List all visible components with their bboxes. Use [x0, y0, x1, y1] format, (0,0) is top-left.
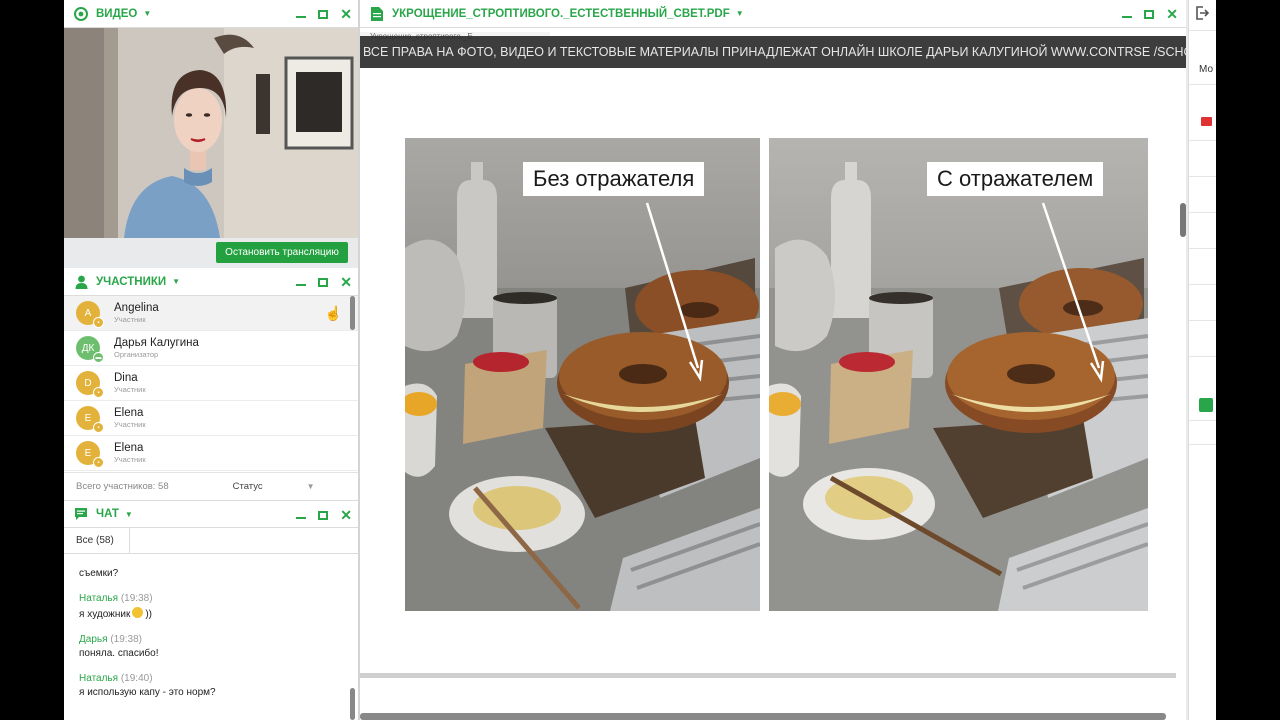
message-text: я использую капу - это норм?	[79, 687, 216, 698]
message-text: поняла. спасибо!	[79, 648, 159, 659]
participant-badge-icon: ▪	[93, 457, 104, 468]
avatar: E ▪	[76, 406, 104, 433]
pdf-file-icon[interactable]	[1201, 117, 1212, 126]
tab-all[interactable]: Все (58)	[64, 528, 130, 553]
participant-name: Elena	[114, 442, 144, 454]
arrow-icon	[1041, 202, 1105, 383]
logout-icon[interactable]	[1195, 6, 1210, 20]
video-panel-header: ВИДЕО ▼ ✕	[64, 0, 358, 28]
chat-panel-header: ЧАТ ▼ ✕	[64, 500, 358, 528]
chat-icon	[74, 507, 88, 521]
video-panel-title[interactable]: ВИДЕО	[96, 8, 137, 20]
document-panel-header: УКРОЩЕНИЕ_СТРОПТИВОГО._ЕСТЕСТВЕННЫЙ_СВЕТ…	[360, 0, 1186, 28]
organizer-badge-icon: ▬	[93, 352, 104, 363]
document-icon	[370, 6, 384, 21]
participant-role: Участник	[114, 385, 146, 394]
chat-message: Наталья (19:38) я художник))	[79, 593, 358, 620]
close-icon[interactable]: ✕	[340, 275, 352, 289]
participant-name: Дарья Калугина	[114, 337, 199, 349]
photo-with-reflector: С отражателем	[769, 138, 1148, 611]
copyright-text: ВСЕ ПРАВА НА ФОТО, ВИДЕО И ТЕКСТОВЫЕ МАТ…	[363, 45, 1186, 59]
avatar: ДК ▬	[76, 336, 104, 363]
close-icon[interactable]: ✕	[1166, 7, 1178, 21]
chevron-down-icon[interactable]: ▼	[143, 9, 151, 18]
conference-app: ВИДЕО ▼ ✕ Остановить трансляцию УЧАСТНИК…	[64, 0, 1216, 720]
message-author: Наталья	[79, 673, 119, 684]
status-filter[interactable]: Статус	[233, 481, 263, 492]
horizontal-scrollbar[interactable]	[360, 713, 1166, 720]
message-author: Наталья	[79, 593, 119, 604]
participant-name: Angelina	[114, 302, 159, 314]
list-item[interactable]: ДК ▬ Дарья Калугина Организатор	[64, 331, 358, 366]
participant-role: Участник	[114, 420, 146, 429]
chevron-down-icon[interactable]: ▼	[125, 510, 133, 519]
minimize-icon[interactable]	[296, 517, 307, 519]
chat-message-fragment: съемки?	[79, 568, 119, 579]
chat-message: Наталья (19:40) я использую капу - это н…	[79, 673, 358, 698]
list-item[interactable]: A ▪ Angelina Участник ☝	[64, 296, 358, 331]
vertical-scrollbar[interactable]	[1180, 203, 1186, 237]
video-feed	[64, 28, 358, 238]
document-panel-title[interactable]: УКРОЩЕНИЕ_СТРОПТИВОГО._ЕСТЕСТВЕННЫЙ_СВЕТ…	[392, 8, 730, 20]
chat-panel-title[interactable]: ЧАТ	[96, 508, 119, 520]
close-icon[interactable]: ✕	[340, 508, 352, 522]
chat-panel: Все (58) съемки? Наталья (19:38) я худож…	[64, 528, 358, 720]
avatar: D ▪	[76, 371, 104, 398]
photo-without-reflector: Без отражателя	[405, 138, 760, 611]
maximize-icon[interactable]	[1144, 9, 1155, 19]
list-item[interactable]: E ▪ Elena Участник	[64, 436, 358, 471]
participant-badge-icon: ▪	[93, 317, 104, 328]
list-item[interactable]: D ▪ Dina Участник	[64, 366, 358, 401]
stop-broadcast-button[interactable]: Остановить трансляцию	[216, 242, 348, 263]
avatar: E ▪	[76, 441, 104, 468]
chat-scrollbar[interactable]	[350, 688, 355, 720]
participant-role: Организатор	[114, 350, 159, 359]
chevron-down-icon[interactable]: ▼	[172, 277, 180, 286]
participants-total: Всего участников: 58	[76, 481, 169, 492]
maximize-icon[interactable]	[318, 510, 329, 520]
right-side-panel: Мо	[1188, 0, 1216, 720]
participants-list: A ▪ Angelina Участник ☝ ДК ▬ Дарья Калугина…	[64, 296, 358, 472]
hand-pointer-icon[interactable]: ☝	[325, 305, 342, 322]
participant-badge-icon: ▪	[93, 422, 104, 433]
participants-panel-title[interactable]: УЧАСТНИКИ	[96, 276, 166, 288]
video-icon	[74, 6, 88, 21]
minimize-icon[interactable]	[1122, 16, 1133, 18]
message-time: (19:38)	[120, 593, 153, 604]
chevron-down-icon[interactable]: ▼	[736, 9, 744, 18]
chat-message: Дарья (19:38) поняла. спасибо!	[79, 634, 358, 659]
minimize-icon[interactable]	[296, 284, 307, 286]
participant-role: Участник	[114, 455, 146, 464]
user-file-icon[interactable]	[1199, 398, 1213, 412]
close-icon[interactable]: ✕	[340, 7, 352, 21]
participants-panel-header: УЧАСТНИКИ ▼ ✕	[64, 268, 358, 296]
document-viewer: Укрощение_строптивого._Е... ВСЕ ПРАВА НА…	[360, 28, 1186, 720]
message-time: (19:40)	[120, 673, 153, 684]
message-author: Дарья	[79, 634, 108, 645]
right-panel-stub: Мо	[1199, 64, 1214, 75]
participant-badge-icon: ▪	[93, 387, 104, 398]
avatar: A ▪	[76, 301, 104, 328]
message-text: я художник	[79, 609, 131, 620]
participant-role: Участник	[114, 315, 146, 324]
minimize-icon[interactable]	[296, 16, 307, 18]
list-item[interactable]: E ▪ Elena Участник	[64, 401, 358, 436]
page-separator	[360, 673, 1176, 678]
arrow-icon	[645, 202, 704, 382]
chevron-down-icon[interactable]: ▼	[307, 482, 315, 491]
participants-scrollbar[interactable]	[350, 296, 355, 330]
user-icon	[74, 275, 88, 289]
participants-footer: Всего участников: 58 Статус ▼	[64, 472, 358, 500]
copyright-watermark: ВСЕ ПРАВА НА ФОТО, ВИДЕО И ТЕКСТОВЫЕ МАТ…	[360, 36, 1186, 68]
message-time: (19:38)	[110, 634, 142, 645]
participant-name: Dina	[114, 372, 138, 384]
smile-emoji-icon	[132, 607, 144, 618]
participant-name: Elena	[114, 407, 144, 419]
maximize-icon[interactable]	[318, 9, 329, 19]
message-tail: ))	[145, 609, 152, 620]
maximize-icon[interactable]	[318, 277, 329, 287]
